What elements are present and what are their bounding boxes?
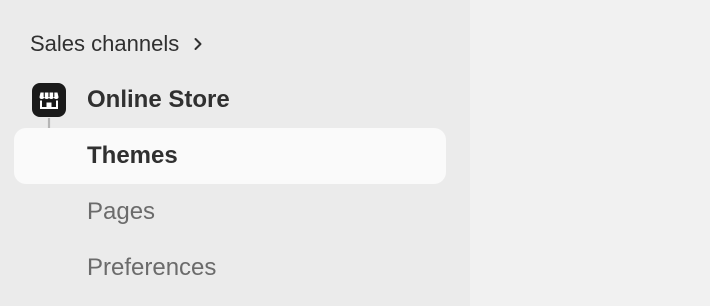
sidebar-item-label: Preferences <box>87 254 217 281</box>
sidebar-item-label: Themes <box>87 142 178 169</box>
sidebar-item-preferences[interactable]: Preferences <box>14 240 446 296</box>
sidebar-item-label: Online Store <box>87 86 230 113</box>
sales-channels-header[interactable]: Sales channels <box>30 28 205 60</box>
main-content <box>470 0 710 306</box>
storefront-icon <box>32 83 66 117</box>
sidebar-item-themes[interactable]: Themes <box>14 128 446 184</box>
page: Sales channels Online Store Themes Pages… <box>0 0 710 306</box>
sidebar: Sales channels Online Store Themes Pages… <box>0 0 470 306</box>
sales-channels-label: Sales channels <box>30 31 180 56</box>
chevron-right-icon <box>191 37 205 51</box>
sidebar-item-label: Pages <box>87 198 156 225</box>
sidebar-item-pages[interactable]: Pages <box>14 184 446 240</box>
